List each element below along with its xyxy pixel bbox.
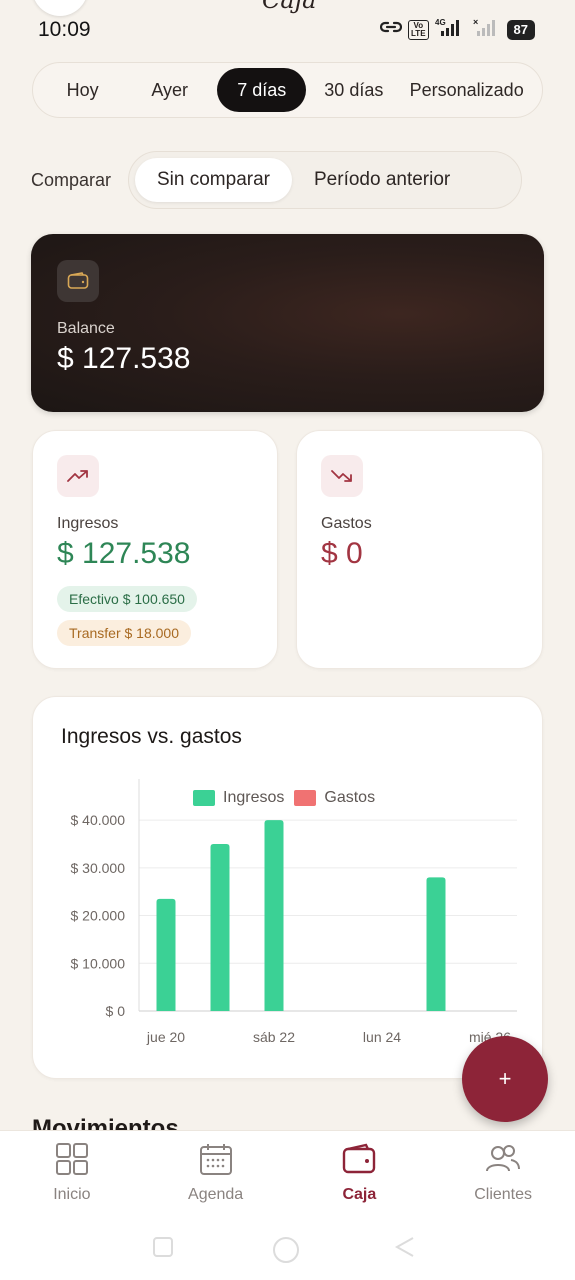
svg-text:4G: 4G — [435, 18, 446, 27]
range-option-30-days[interactable]: 30 días — [306, 68, 401, 112]
bottom-navigation: Inicio Agenda Caja Clientes — [0, 1130, 575, 1216]
volte-icon: Vo LTE — [408, 19, 429, 40]
nav-item-caja[interactable]: Caja — [288, 1131, 432, 1216]
x-tick-label: jue 20 — [146, 1029, 185, 1045]
svg-text:×: × — [473, 17, 478, 27]
nav-item-inicio[interactable]: Inicio — [0, 1131, 144, 1216]
link-icon — [379, 19, 403, 40]
calendar-icon — [199, 1143, 233, 1180]
back-icon[interactable] — [393, 1234, 419, 1265]
plus-icon: + — [498, 1066, 512, 1091]
compare-label: Comparar — [31, 170, 112, 190]
compare-selector: Sin comparar Período anterior — [128, 151, 522, 209]
nav-label-agenda: Agenda — [188, 1186, 244, 1203]
bar-ingresos-5 — [426, 877, 446, 1011]
add-button[interactable]: + — [462, 1036, 548, 1122]
expenses-value: $ 0 — [321, 537, 363, 570]
nav-item-agenda[interactable]: Agenda — [144, 1131, 288, 1216]
x-tick-label: sáb 22 — [253, 1029, 295, 1045]
expenses-card[interactable]: Gastos $ 0 — [296, 430, 543, 669]
header-avatar-circle[interactable] — [32, 0, 88, 16]
range-option-yesterday[interactable]: Ayer — [122, 68, 217, 112]
range-option-today[interactable]: Hoy — [43, 68, 122, 112]
balance-value: $ 127.538 — [57, 342, 191, 375]
income-value: $ 127.538 — [57, 537, 191, 570]
status-icons: Vo LTE 4G × 87 — [379, 17, 535, 42]
recent-apps-icon[interactable] — [150, 1234, 176, 1265]
x-tick-label: lun 24 — [363, 1029, 401, 1045]
status-bar: Caja 10:09 Vo LTE 4G × 87 — [0, 0, 575, 60]
y-tick-label: $ 30.000 — [71, 860, 126, 876]
system-navigation-bar — [0, 1216, 575, 1280]
y-tick-label: $ 40.000 — [71, 812, 126, 828]
date-range-selector: Hoy Ayer 7 días 30 días Personalizado — [32, 62, 543, 118]
balance-label: Balance — [57, 320, 115, 337]
trending-down-icon — [321, 455, 363, 497]
signal-noservice-icon: × — [473, 17, 501, 42]
trending-up-icon — [57, 455, 99, 497]
nav-label-inicio: Inicio — [53, 1186, 91, 1203]
status-time: 10:09 — [38, 18, 91, 41]
grid-icon — [55, 1143, 89, 1180]
transfer-badge: Transfer $ 18.000 — [57, 620, 191, 646]
bar-chart: $ 0 $ 10.000 $ 20.000 $ 30.000 $ 40.000 jue 2… — [71, 779, 517, 1045]
battery-icon: 87 — [506, 19, 535, 40]
compare-option-previous[interactable]: Período anterior — [292, 158, 472, 202]
compare-option-none[interactable]: Sin comparar — [135, 158, 292, 202]
range-option-custom[interactable]: Personalizado — [401, 68, 532, 112]
range-option-7-days[interactable]: 7 días — [217, 68, 307, 112]
expenses-label: Gastos — [321, 515, 372, 532]
income-label: Ingresos — [57, 515, 119, 532]
bar-ingresos-1 — [210, 843, 230, 1011]
balance-card: Balance $ 127.538 — [31, 234, 544, 412]
users-icon — [485, 1143, 521, 1180]
y-tick-label: $ 10.000 — [71, 955, 126, 971]
nav-label-clientes: Clientes — [474, 1186, 533, 1203]
bar-ingresos-0 — [156, 898, 176, 1011]
income-card[interactable]: Ingresos $ 127.538 Efectivo $ 100.650 Tr… — [32, 430, 278, 669]
nav-label-caja: Caja — [342, 1186, 377, 1203]
app-title: Caja — [262, 0, 317, 14]
movements-heading: Movimientos — [32, 1115, 179, 1130]
bar-ingresos-2 — [264, 820, 284, 1011]
y-tick-label: $ 0 — [106, 1003, 126, 1019]
wallet-icon — [57, 260, 99, 302]
home-icon[interactable] — [270, 1234, 302, 1271]
income-vs-expenses-card: Ingresos vs. gastos Ingresos Gastos $ 0 $… — [32, 696, 543, 1079]
nav-item-clientes[interactable]: Clientes — [431, 1131, 575, 1216]
cash-badge: Efectivo $ 100.650 — [57, 586, 197, 612]
signal-4g-icon: 4G — [435, 17, 467, 42]
y-tick-label: $ 20.000 — [71, 908, 126, 924]
wallet-icon — [342, 1143, 376, 1180]
